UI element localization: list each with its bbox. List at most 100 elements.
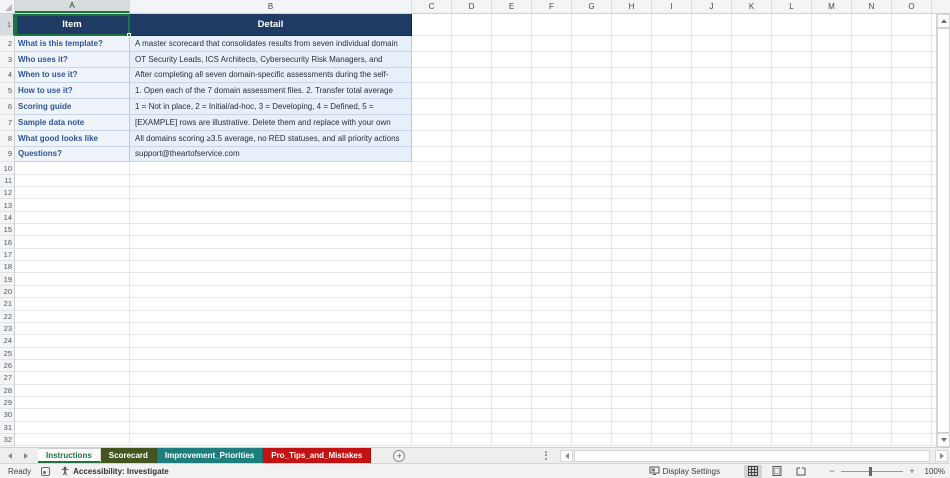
cell-F21[interactable] — [532, 298, 572, 310]
page-layout-view-button[interactable] — [768, 465, 786, 478]
zoom-slider[interactable] — [841, 471, 903, 472]
cell-B21[interactable] — [130, 298, 412, 310]
cell-L21[interactable] — [772, 298, 812, 310]
row-header-11[interactable]: 11 — [0, 175, 14, 187]
cell-M24[interactable] — [812, 335, 852, 347]
cell-L32[interactable] — [772, 434, 812, 446]
cell-M28[interactable] — [812, 385, 852, 397]
cell-A8[interactable]: What good looks like — [15, 131, 130, 147]
cell-B19[interactable] — [130, 273, 412, 285]
cell-M9[interactable] — [812, 147, 852, 163]
cell-A27[interactable] — [15, 372, 130, 384]
cell-A9[interactable]: Questions? — [15, 147, 130, 163]
cell-D2[interactable] — [452, 36, 492, 52]
row-header-15[interactable]: 15 — [0, 224, 14, 236]
cell-J29[interactable] — [692, 397, 732, 409]
cell-F29[interactable] — [532, 397, 572, 409]
zoom-level[interactable]: 100% — [921, 467, 945, 476]
cell-C31[interactable] — [412, 422, 452, 434]
cell-J10[interactable] — [692, 162, 732, 174]
cell-A4[interactable]: When to use it? — [15, 68, 130, 84]
cell-F26[interactable] — [532, 360, 572, 372]
row-header-29[interactable]: 29 — [0, 397, 14, 409]
sheet-tab-instructions[interactable]: Instructions — [38, 448, 101, 463]
cell-L23[interactable] — [772, 323, 812, 335]
cell-M18[interactable] — [812, 261, 852, 273]
cell-I29[interactable] — [652, 397, 692, 409]
cell-O29[interactable] — [892, 397, 932, 409]
cell-H18[interactable] — [612, 261, 652, 273]
cell-C26[interactable] — [412, 360, 452, 372]
cell-H30[interactable] — [612, 409, 652, 421]
cell-C14[interactable] — [412, 212, 452, 224]
cell-O24[interactable] — [892, 335, 932, 347]
cell-M31[interactable] — [812, 422, 852, 434]
cell-B16[interactable] — [130, 236, 412, 248]
cell-G9[interactable] — [572, 147, 612, 163]
cell-G25[interactable] — [572, 348, 612, 360]
cell-J32[interactable] — [692, 434, 732, 446]
cell-K29[interactable] — [732, 397, 772, 409]
cell-G14[interactable] — [572, 212, 612, 224]
cell-N15[interactable] — [852, 224, 892, 236]
cell-B14[interactable] — [130, 212, 412, 224]
cell-M17[interactable] — [812, 249, 852, 261]
cell-K2[interactable] — [732, 36, 772, 52]
cell-I1[interactable] — [652, 14, 692, 36]
row-header-10[interactable]: 10 — [0, 162, 14, 174]
cell-I17[interactable] — [652, 249, 692, 261]
cell-G32[interactable] — [572, 434, 612, 446]
cell-F10[interactable] — [532, 162, 572, 174]
cell-C30[interactable] — [412, 409, 452, 421]
cell-J21[interactable] — [692, 298, 732, 310]
cell-A22[interactable] — [15, 311, 130, 323]
cell-B30[interactable] — [130, 409, 412, 421]
cell-K9[interactable] — [732, 147, 772, 163]
cell-H21[interactable] — [612, 298, 652, 310]
cell-M3[interactable] — [812, 52, 852, 68]
cell-O28[interactable] — [892, 385, 932, 397]
cell-C18[interactable] — [412, 261, 452, 273]
cell-D24[interactable] — [452, 335, 492, 347]
cell-O18[interactable] — [892, 261, 932, 273]
cell-A7[interactable]: Sample data note — [15, 115, 130, 131]
cell-A25[interactable] — [15, 348, 130, 360]
cell-N17[interactable] — [852, 249, 892, 261]
cell-O22[interactable] — [892, 311, 932, 323]
cell-A16[interactable] — [15, 236, 130, 248]
cell-K22[interactable] — [732, 311, 772, 323]
cell-L30[interactable] — [772, 409, 812, 421]
cell-L1[interactable] — [772, 14, 812, 36]
cell-D4[interactable] — [452, 68, 492, 84]
cell-H27[interactable] — [612, 372, 652, 384]
cell-G4[interactable] — [572, 68, 612, 84]
cell-C10[interactable] — [412, 162, 452, 174]
cell-K24[interactable] — [732, 335, 772, 347]
cell-F1[interactable] — [532, 14, 572, 36]
cell-B32[interactable] — [130, 434, 412, 446]
cell-C28[interactable] — [412, 385, 452, 397]
row-header-2[interactable]: 2 — [0, 36, 14, 52]
row-header-17[interactable]: 17 — [0, 249, 14, 261]
cell-M11[interactable] — [812, 175, 852, 187]
cell-F30[interactable] — [532, 409, 572, 421]
cell-J4[interactable] — [692, 68, 732, 84]
cell-M13[interactable] — [812, 199, 852, 211]
cell-B22[interactable] — [130, 311, 412, 323]
column-header-M[interactable]: M — [812, 0, 852, 13]
cell-G20[interactable] — [572, 286, 612, 298]
cell-L20[interactable] — [772, 286, 812, 298]
cell-B6[interactable]: 1 = Not in place, 2 = Initial/ad-hoc, 3 … — [130, 99, 412, 115]
cell-B4[interactable]: After completing all seven domain-specif… — [130, 68, 412, 84]
cell-N19[interactable] — [852, 273, 892, 285]
cell-C21[interactable] — [412, 298, 452, 310]
cell-A13[interactable] — [15, 199, 130, 211]
cell-L29[interactable] — [772, 397, 812, 409]
cell-K10[interactable] — [732, 162, 772, 174]
cell-O3[interactable] — [892, 52, 932, 68]
cell-B15[interactable] — [130, 224, 412, 236]
cell-E17[interactable] — [492, 249, 532, 261]
cell-H7[interactable] — [612, 115, 652, 131]
cell-A1[interactable]: Item — [15, 14, 130, 36]
cell-E28[interactable] — [492, 385, 532, 397]
